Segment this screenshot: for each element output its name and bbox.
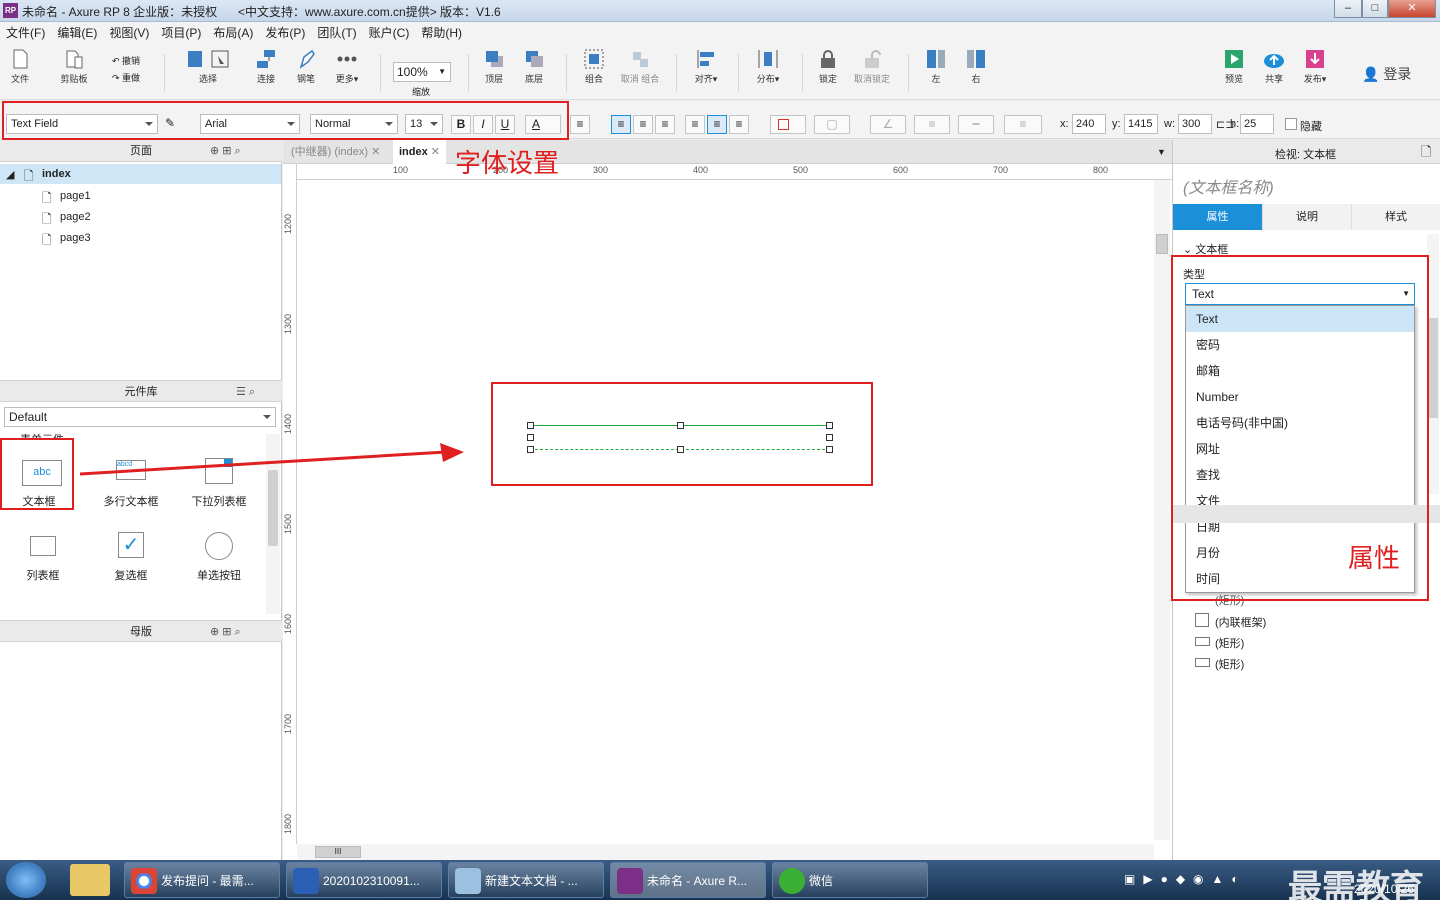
windows-taskbar: 发布提问 - 最需... 2020102310091... 新建文本文档 - .… — [0, 860, 1440, 900]
annotation-arrow — [79, 443, 464, 476]
clock-date: 2020/10/26 — [1354, 882, 1415, 896]
axure-logo-icon — [617, 868, 643, 894]
taskbar-item-axure[interactable]: 未命名 - Axure R... — [610, 862, 766, 898]
chrome-icon — [131, 868, 157, 894]
explorer-icon[interactable] — [70, 864, 110, 896]
taskbar-item-word[interactable]: 2020102310091... — [286, 862, 442, 898]
start-button[interactable] — [6, 862, 46, 898]
taskbar-item-notepad[interactable]: 新建文本文档 - ... — [448, 862, 604, 898]
wechat-icon — [779, 868, 805, 894]
taskbar-item-wechat[interactable]: 微信 — [772, 862, 928, 898]
notepad-icon — [455, 868, 481, 894]
taskbar-item-chrome[interactable]: 发布提问 - 最需... — [124, 862, 280, 898]
word-icon — [293, 868, 319, 894]
